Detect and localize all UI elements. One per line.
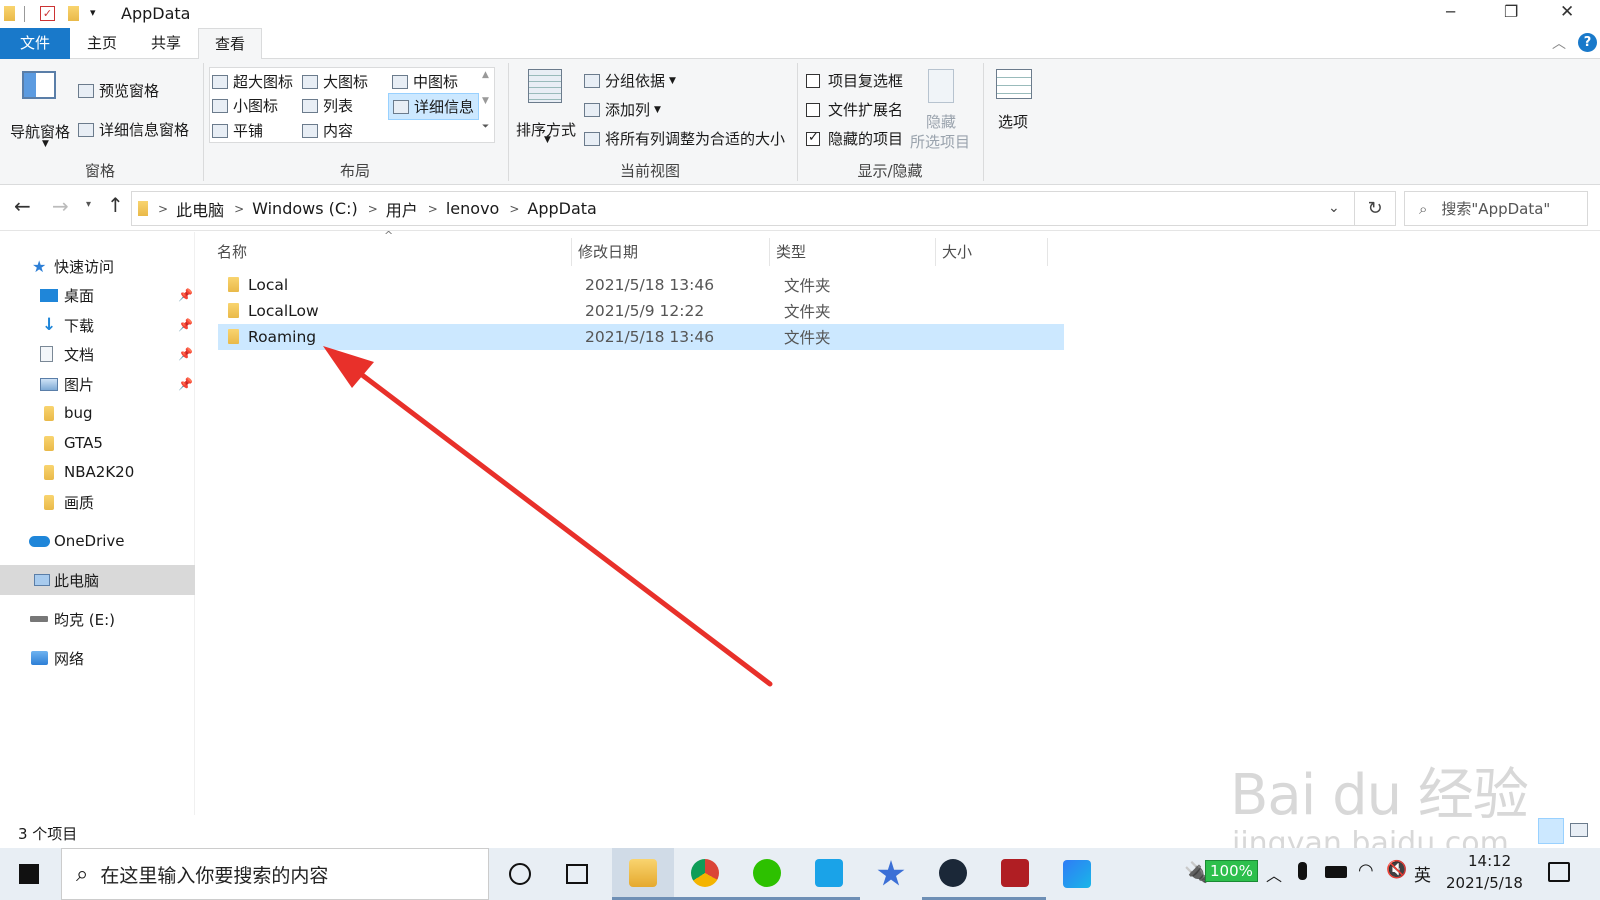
- taskbar-nba2k[interactable]: [984, 848, 1046, 900]
- nba2k-icon: [1001, 858, 1029, 887]
- wifi-icon[interactable]: ◠: [1358, 860, 1374, 881]
- clock-date[interactable]: 2021/5/18: [1446, 874, 1523, 892]
- taskbar-app-star[interactable]: [860, 848, 922, 900]
- task-view-icon[interactable]: [566, 864, 588, 884]
- windows-start-icon[interactable]: [19, 864, 39, 884]
- g-app-icon: [1063, 860, 1091, 888]
- taskbar-search-box[interactable]: ⌕ 在这里输入你要搜索的内容: [61, 848, 489, 900]
- input-method-indicator[interactable]: 英: [1414, 861, 1431, 886]
- microphone-icon[interactable]: [1298, 862, 1307, 880]
- steam-icon: [939, 858, 967, 887]
- taskbar-wechat[interactable]: [736, 848, 798, 900]
- taskbar-file-explorer[interactable]: [612, 848, 674, 900]
- item-count: 3 个项目: [18, 825, 78, 843]
- taskbar: ⌕ 在这里输入你要搜索的内容 🔌 100% ︿ ◠ 🔇 英 14:12 2021…: [0, 848, 1600, 900]
- clock-time[interactable]: 14:12: [1468, 852, 1511, 870]
- chrome-icon: [691, 858, 719, 887]
- arrow-shaft: [342, 359, 773, 687]
- large-icons-view-toggle-icon[interactable]: [1570, 823, 1588, 837]
- wechat-icon: [753, 858, 781, 887]
- battery-icon[interactable]: [1325, 866, 1347, 878]
- watermark-brand: Bai du 经验: [1230, 763, 1529, 828]
- file-explorer-icon: [629, 858, 657, 887]
- details-view-toggle-icon[interactable]: [1538, 818, 1564, 844]
- taskbar-steam[interactable]: [922, 848, 984, 900]
- taskbar-app-g[interactable]: [1046, 848, 1108, 900]
- watermark-logo: Bai du 经验: [1230, 750, 1529, 831]
- volume-muted-icon[interactable]: 🔇: [1386, 860, 1407, 880]
- star-app-icon: [877, 860, 905, 886]
- blue-app-icon: [815, 858, 843, 887]
- search-icon: ⌕: [76, 861, 89, 887]
- arrow-head: [323, 346, 374, 388]
- battery-percent[interactable]: 100%: [1205, 860, 1258, 882]
- taskbar-chrome[interactable]: [674, 848, 736, 900]
- taskbar-search-placeholder: 在这里输入你要搜索的内容: [100, 864, 329, 887]
- taskbar-app-blue[interactable]: [798, 848, 860, 900]
- cortana-icon[interactable]: [509, 863, 531, 885]
- show-hidden-icons-chevron-icon[interactable]: ︿: [1266, 862, 1282, 886]
- notification-center-icon[interactable]: [1548, 862, 1570, 882]
